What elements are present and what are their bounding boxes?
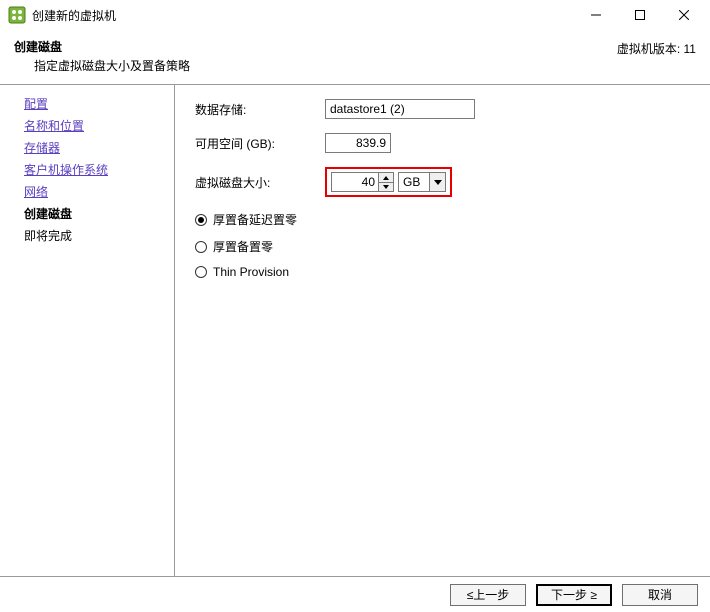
disk-size-input[interactable] — [332, 173, 378, 191]
radio-thin-provision[interactable]: Thin Provision — [195, 265, 690, 279]
app-icon — [8, 6, 26, 24]
sidebar-item-create-disk: 创建磁盘 — [24, 205, 174, 223]
radio-icon — [195, 214, 207, 226]
footer-bar: ≤上一步 下一步 ≥ 取消 — [0, 576, 710, 612]
titlebar: 创建新的虚拟机 — [0, 0, 710, 30]
vm-version-text: 虚拟机版本: 11 — [617, 38, 696, 57]
radio-icon — [195, 241, 207, 253]
chevron-down-icon[interactable] — [429, 173, 445, 191]
radio-label: 厚置备置零 — [213, 238, 273, 255]
cancel-button[interactable]: 取消 — [622, 584, 698, 606]
sidebar-item-storage[interactable]: 存储器 — [24, 139, 174, 157]
sidebar-item-guest-os[interactable]: 客户机操作系统 — [24, 161, 174, 179]
spin-up-button[interactable] — [379, 173, 393, 182]
sidebar-item-name-location[interactable]: 名称和位置 — [24, 117, 174, 135]
header-block: 创建磁盘 指定虚拟磁盘大小及置备策略 虚拟机版本: 11 — [0, 30, 710, 85]
disk-size-spinner[interactable] — [331, 172, 394, 192]
page-title: 创建磁盘 — [14, 38, 617, 55]
window-title: 创建新的虚拟机 — [32, 7, 116, 24]
radio-label: Thin Provision — [213, 265, 289, 279]
radio-thick-lazy-zero[interactable]: 厚置备延迟置零 — [195, 211, 690, 228]
radio-thick-eager-zero[interactable]: 厚置备置零 — [195, 238, 690, 255]
available-space-label: 可用空间 (GB): — [195, 135, 325, 152]
available-space-value: 839.9 — [325, 133, 391, 153]
disk-size-highlight: GB — [325, 167, 452, 197]
radio-label: 厚置备延迟置零 — [213, 211, 297, 228]
minimize-button[interactable] — [574, 1, 618, 29]
spin-down-button[interactable] — [379, 182, 393, 191]
radio-icon — [195, 266, 207, 278]
sidebar-item-config[interactable]: 配置 — [24, 95, 174, 113]
disk-size-unit-text: GB — [399, 175, 429, 189]
maximize-button[interactable] — [618, 1, 662, 29]
sidebar-item-network[interactable]: 网络 — [24, 183, 174, 201]
next-button[interactable]: 下一步 ≥ — [536, 584, 612, 606]
sidebar-item-ready-complete: 即将完成 — [24, 227, 174, 245]
datastore-label: 数据存储: — [195, 101, 325, 118]
datastore-value: datastore1 (2) — [325, 99, 475, 119]
page-subtitle: 指定虚拟磁盘大小及置备策略 — [34, 57, 617, 74]
disk-size-unit-select[interactable]: GB — [398, 172, 446, 192]
wizard-sidebar: 配置 名称和位置 存储器 客户机操作系统 网络 创建磁盘 即将完成 — [0, 85, 175, 585]
close-button[interactable] — [662, 1, 706, 29]
back-button[interactable]: ≤上一步 — [450, 584, 526, 606]
provisioning-radio-group: 厚置备延迟置零 厚置备置零 Thin Provision — [195, 211, 690, 279]
main-panel: 数据存储: datastore1 (2) 可用空间 (GB): 839.9 虚拟… — [175, 85, 710, 585]
disk-size-label: 虚拟磁盘大小: — [195, 174, 325, 191]
